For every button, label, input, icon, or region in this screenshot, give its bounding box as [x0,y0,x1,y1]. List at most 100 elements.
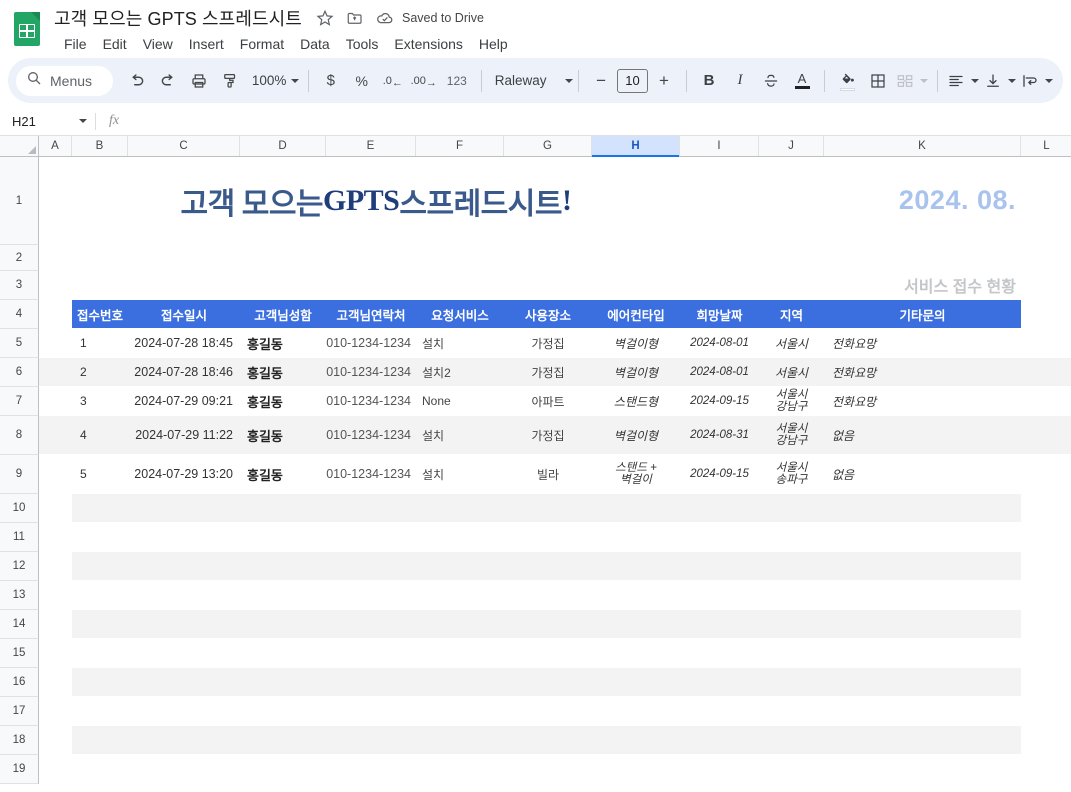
cell-empty[interactable] [72,552,128,580]
bold-button[interactable]: B [694,66,724,96]
cell-empty[interactable] [72,668,128,696]
cell-empty[interactable] [824,697,1021,725]
cell-empty[interactable] [416,697,504,725]
increase-decimal-button[interactable]: .00 → [409,66,439,96]
cell-empty[interactable] [504,552,592,580]
cell-empty[interactable] [680,697,759,725]
row-header-8[interactable]: 8 [0,416,39,455]
font-size-input[interactable]: 10 [617,69,648,93]
cell-r5-datetime[interactable]: 2024-07-29 13:20 [128,455,240,493]
cell-empty[interactable] [326,726,416,754]
cell-empty[interactable] [128,581,240,609]
cell-empty[interactable] [1021,523,1071,551]
cell-empty[interactable] [416,610,504,638]
row-header-18[interactable]: 18 [0,726,39,755]
cell-empty[interactable] [680,245,759,270]
print-icon[interactable] [184,66,214,96]
fill-color-icon[interactable] [832,66,862,96]
row-header-9[interactable]: 9 [0,455,39,494]
cell-empty[interactable] [416,581,504,609]
sheet-date-heading[interactable]: 2024. 08. [759,157,1021,244]
cell-empty[interactable] [824,610,1021,638]
cell-empty[interactable] [504,639,592,667]
row-header-13[interactable]: 13 [0,581,39,610]
cell-empty[interactable] [824,639,1021,667]
cell-empty[interactable] [72,610,128,638]
cell-empty[interactable] [416,726,504,754]
move-to-folder-icon[interactable] [342,5,368,31]
cell-empty[interactable] [326,271,416,299]
column-header-g[interactable]: G [504,136,592,156]
cell-empty[interactable] [416,245,504,270]
cell-empty[interactable] [824,494,1021,522]
cell-empty[interactable] [1021,494,1071,522]
cell-empty[interactable] [416,552,504,580]
decrease-font-size-button[interactable]: − [586,66,616,96]
menu-tools[interactable]: Tools [338,34,387,54]
cell-empty[interactable] [759,755,824,783]
redo-icon[interactable] [153,66,183,96]
cell-empty[interactable] [680,523,759,551]
sheet-title[interactable]: 고객 모으는 GPTS 스프레드시트! [72,157,680,244]
cell-r2-area[interactable]: 서울시 [759,358,824,386]
menu-format[interactable]: Format [232,34,292,54]
cell-empty[interactable] [39,245,72,270]
cell-empty[interactable] [416,494,504,522]
select-all-corner[interactable] [0,136,39,156]
cell-r5-name[interactable]: 홍길동 [240,455,326,493]
cell-r4-phone[interactable]: 010-1234-1234 [326,416,416,454]
cell-empty[interactable] [39,455,72,493]
text-wrap-icon[interactable] [1019,66,1055,96]
cell-r4-no[interactable]: 4 [72,416,128,454]
cell-empty[interactable] [39,271,72,299]
cell-empty[interactable] [128,668,240,696]
cell-r1-datetime[interactable]: 2024-07-28 18:45 [128,329,240,357]
cell-empty[interactable] [1021,697,1071,725]
cell-empty[interactable] [592,726,680,754]
row-header-12[interactable]: 12 [0,552,39,581]
google-sheets-icon[interactable] [10,6,44,52]
cell-empty[interactable] [39,387,72,415]
cell-empty[interactable] [1021,668,1071,696]
cell-empty[interactable] [39,416,72,454]
borders-icon[interactable] [863,66,893,96]
cell-r3-phone[interactable]: 010-1234-1234 [326,387,416,415]
cell-empty[interactable] [759,494,824,522]
cell-empty[interactable] [1021,245,1071,270]
cell-empty[interactable] [128,271,240,299]
text-color-button[interactable]: A [787,66,817,96]
cell-empty[interactable] [592,668,680,696]
cell-empty[interactable] [592,494,680,522]
cell-i1[interactable] [680,157,759,244]
column-header-d[interactable]: D [240,136,326,156]
decrease-decimal-button[interactable]: .0 ← [378,66,408,96]
cell-r4-service[interactable]: 설치 [416,416,504,454]
cell-r4-ac_type[interactable]: 벽걸이형 [592,416,680,454]
menu-file[interactable]: File [56,34,95,54]
row-header-19[interactable]: 19 [0,755,39,784]
cell-empty[interactable] [128,245,240,270]
cell-empty[interactable] [240,552,326,580]
cell-empty[interactable] [72,271,128,299]
cell-empty[interactable] [592,697,680,725]
cell-empty[interactable] [240,494,326,522]
cell-empty[interactable] [326,639,416,667]
cell-r1-area[interactable]: 서울시 [759,329,824,357]
cell-r2-wish_date[interactable]: 2024-08-01 [680,358,759,386]
cell-r4-datetime[interactable]: 2024-07-29 11:22 [128,416,240,454]
row-header-11[interactable]: 11 [0,523,39,552]
table-header-5[interactable]: 요청서비스 [416,300,504,328]
horizontal-align-icon[interactable] [945,66,981,96]
cell-empty[interactable] [326,755,416,783]
cell-r3-datetime[interactable]: 2024-07-29 09:21 [128,387,240,415]
column-header-b[interactable]: B [72,136,128,156]
cell-empty[interactable] [1021,157,1071,244]
cell-empty[interactable] [326,245,416,270]
zoom-control[interactable]: 100% [246,66,301,96]
cell-empty[interactable] [72,755,128,783]
name-box[interactable]: H21 [0,107,95,135]
cell-empty[interactable] [39,523,72,551]
cell-empty[interactable] [39,639,72,667]
cell-empty[interactable] [39,697,72,725]
table-header-4[interactable]: 고객님연락처 [326,300,416,328]
